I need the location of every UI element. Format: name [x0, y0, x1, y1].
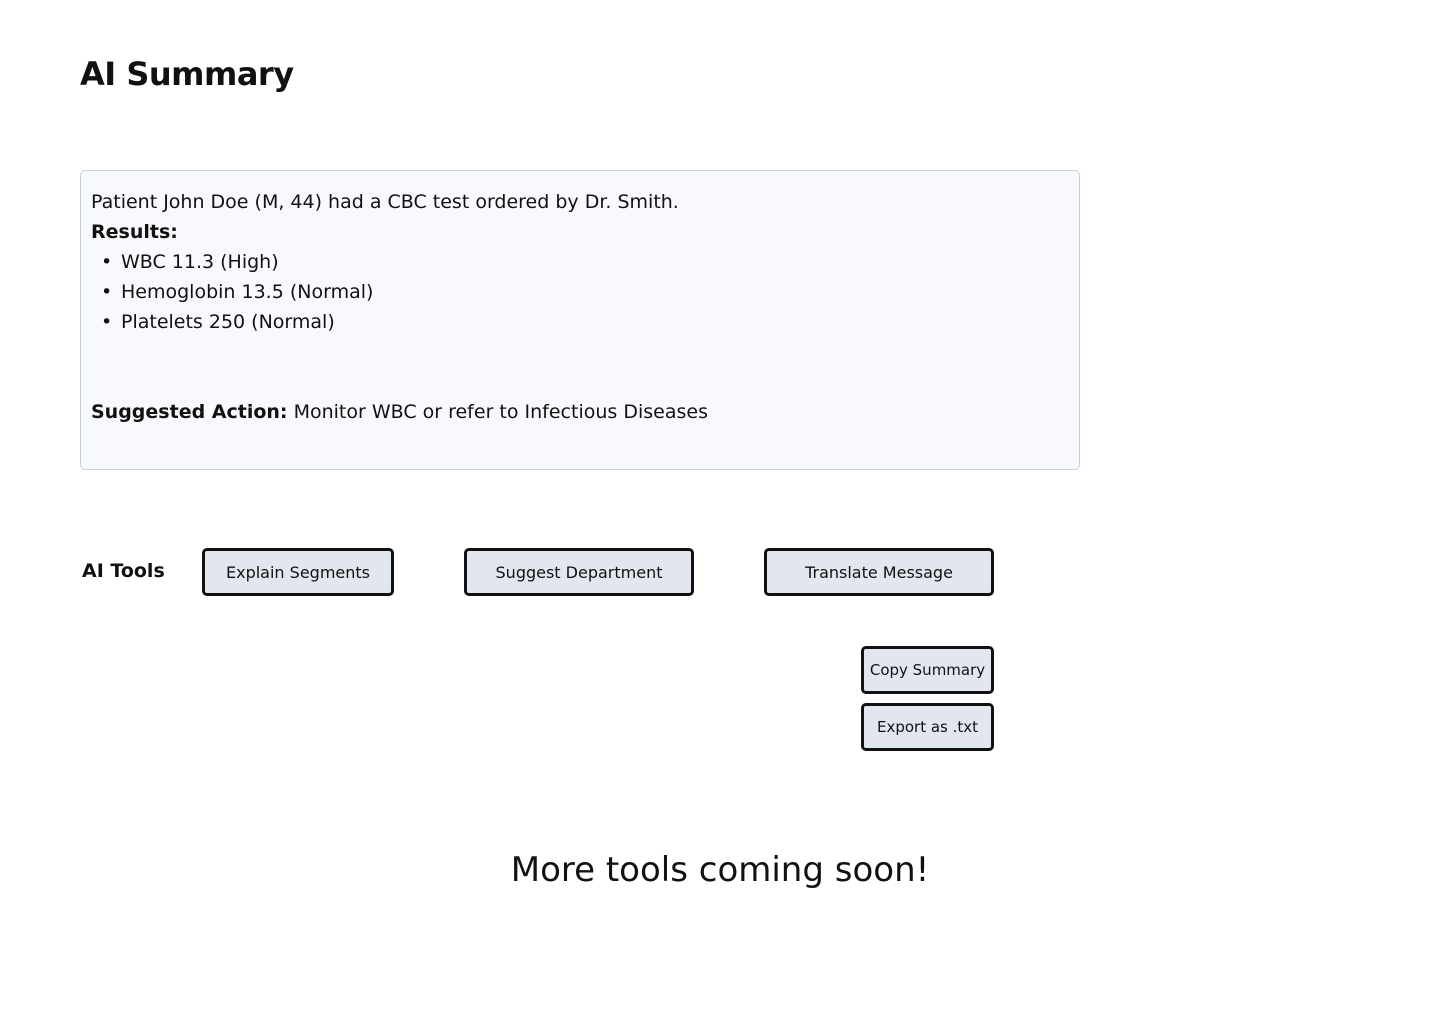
- bullet-icon: •: [101, 251, 113, 273]
- suggested-action-label: Suggested Action:: [91, 401, 288, 423]
- suggested-action-text: Monitor WBC or refer to Infectious Disea…: [287, 401, 708, 423]
- translate-message-button[interactable]: Translate Message: [764, 548, 994, 596]
- explain-segments-button[interactable]: Explain Segments: [202, 548, 394, 596]
- bullet-icon: •: [101, 281, 113, 303]
- coming-soon-message: More tools coming soon!: [510, 850, 930, 890]
- ai-tools-label: AI Tools: [82, 560, 165, 582]
- result-wbc: WBC 11.3 (High): [121, 251, 279, 273]
- summary-intro: Patient John Doe (M, 44) had a CBC test …: [91, 191, 679, 213]
- export-txt-button[interactable]: Export as .txt: [861, 703, 994, 751]
- results-list: • WBC 11.3 (High) • Hemoglobin 13.5 (Nor…: [91, 247, 1069, 337]
- page-title: AI Summary: [80, 55, 294, 93]
- results-label: Results:: [91, 221, 178, 243]
- bullet-icon: •: [101, 311, 113, 333]
- suggested-action: Suggested Action: Monitor WBC or refer t…: [91, 397, 1069, 427]
- copy-summary-button[interactable]: Copy Summary: [861, 646, 994, 694]
- list-item: • Hemoglobin 13.5 (Normal): [91, 277, 1069, 307]
- summary-box: Patient John Doe (M, 44) had a CBC test …: [80, 170, 1080, 470]
- result-hemoglobin: Hemoglobin 13.5 (Normal): [121, 281, 374, 303]
- list-item: • Platelets 250 (Normal): [91, 307, 1069, 337]
- summary-spacer: [91, 337, 1069, 397]
- list-item: • WBC 11.3 (High): [91, 247, 1069, 277]
- result-platelets: Platelets 250 (Normal): [121, 311, 335, 333]
- suggest-department-button[interactable]: Suggest Department: [464, 548, 694, 596]
